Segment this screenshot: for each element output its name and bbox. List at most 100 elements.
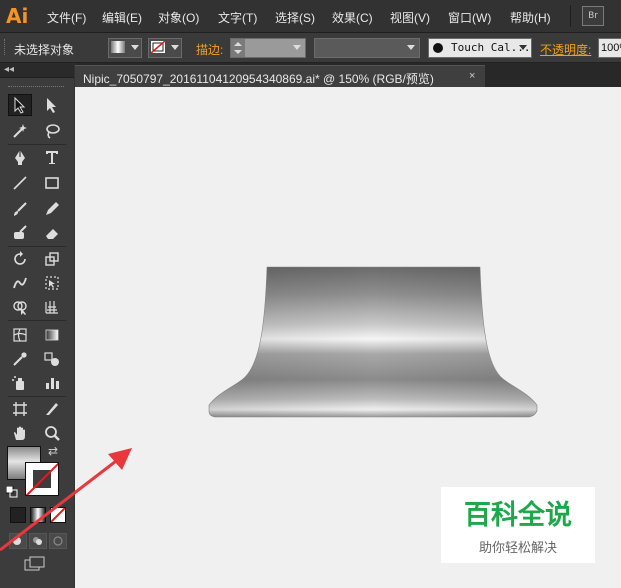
stroke-weight-field[interactable] [230,38,306,58]
magic-wand-tool[interactable] [8,120,32,142]
panel-grip[interactable] [4,39,7,55]
bridge-button[interactable]: Br [582,6,604,26]
lasso-tool[interactable] [40,120,64,142]
stroke-none-preview [150,40,166,54]
free-transform-tool[interactable] [40,272,64,294]
perspective-grid-tool-icon [45,301,58,314]
shape-builder-tool[interactable] [8,296,32,318]
free-transform-tool-icon [45,276,59,290]
blob-brush-tool[interactable] [8,222,32,244]
eraser-tool-icon [46,229,58,239]
type-tool-icon [46,151,58,164]
selection-tool[interactable] [8,94,32,116]
selection-status: 未选择对象 [14,43,75,57]
variable-width-profile-dropdown[interactable] [314,38,420,58]
rotate-tool-icon [14,251,26,265]
slice-tool-icon [46,403,58,415]
lasso-tool-icon [46,124,60,139]
scale-tool[interactable] [40,248,64,270]
warp-tool-icon [13,277,27,289]
menu-separator [570,5,571,27]
chevron-down-icon [519,45,527,50]
tool-divider [8,246,66,247]
menu-effect[interactable]: 效果(C) [332,9,373,26]
menu-help[interactable]: 帮助(H) [510,9,551,26]
eyedropper-tool-icon [13,352,27,366]
gradient-tool[interactable] [40,324,64,346]
rectangle-tool-icon [45,177,59,189]
artboard-tool-icon [13,402,27,416]
fill-color-dropdown[interactable] [108,38,142,58]
app-logo: Ai [6,4,29,28]
line-tool-icon [13,176,27,190]
close-icon[interactable]: × [469,70,475,82]
eraser-tool[interactable] [40,222,64,244]
document-title: Nipic_7050797_20161104120954340869.ai* @… [83,72,434,86]
pencil-tool[interactable] [40,198,64,220]
shape-builder-tool-icon [13,301,27,315]
control-bar: 未选择对象 描边: Touch Cal... 不透明度: 100% [0,33,621,63]
perspective-grid-tool[interactable] [40,296,64,318]
mesh-tool[interactable] [8,324,32,346]
watermark-subtitle: 助你轻松解决 [478,540,557,555]
artboard-canvas[interactable]: 百科全说 助你轻松解决 [75,87,621,588]
paintbrush-tool[interactable] [8,198,32,220]
menu-file[interactable]: 文件(F) [47,9,86,26]
blend-tool[interactable] [40,348,64,370]
opacity-field[interactable]: 100% [598,38,621,58]
tool-divider [8,144,66,145]
fill-swatch-preview [111,41,125,53]
stroke-label[interactable]: 描边: [196,41,223,58]
watermark-title: 百科全说 [464,500,572,530]
pen-tool-icon [15,150,25,165]
gradient-tool-icon [45,329,59,341]
tools-panel-header: ◂◂ [0,63,74,78]
column-graph-tool-icon [46,378,59,389]
none-slash-icon [150,40,166,54]
brush-dot-icon [433,43,443,53]
artboard-tool[interactable] [8,398,32,420]
pencil-tool-icon [46,202,59,215]
menu-window[interactable]: 窗口(W) [448,9,491,26]
line-tool[interactable] [8,172,32,194]
menu-view[interactable]: 视图(V) [390,9,430,26]
stroke-color-dropdown[interactable] [148,38,182,58]
chevron-down-icon [293,45,301,50]
symbol-sprayer-tool-icon [12,376,24,390]
chevron-down-icon [407,45,415,50]
rotate-tool[interactable] [8,248,32,270]
magic-wand-tool-icon [13,124,27,138]
stroke-weight-spinner[interactable] [231,39,245,57]
brush-definition-dropdown[interactable]: Touch Cal... [428,38,532,58]
red-arrow-annotation [0,448,132,552]
chevron-down-icon [131,45,139,50]
menu-type[interactable]: 文字(T) [218,9,257,26]
direct-selection-tool[interactable] [40,94,64,116]
document-tab[interactable]: Nipic_7050797_20161104120954340869.ai* @… [75,65,485,88]
panel-grip[interactable] [8,86,64,89]
mesh-tool-icon [13,328,27,342]
gradient-shape-artwork[interactable] [203,265,543,425]
scale-tool-icon [45,252,59,266]
eyedropper-tool[interactable] [8,348,32,370]
tool-divider [8,396,66,397]
blob-brush-tool-icon [14,225,27,239]
document-tab-bar: Nipic_7050797_20161104120954340869.ai* @… [75,63,621,88]
pen-tool[interactable] [8,146,32,168]
spinner-arrows-icon [234,42,242,54]
opacity-label[interactable]: 不透明度: [540,41,591,58]
menu-object[interactable]: 对象(O) [158,9,199,26]
tool-divider [8,320,66,321]
paintbrush-tool-icon [14,202,27,216]
type-tool[interactable] [40,146,64,168]
slice-tool[interactable] [40,398,64,420]
collapse-icon[interactable]: ◂◂ [4,63,14,77]
chevron-down-icon [171,45,179,50]
column-graph-tool[interactable] [40,372,64,394]
symbol-sprayer-tool[interactable] [8,372,32,394]
menu-select[interactable]: 选择(S) [275,9,315,26]
rectangle-tool[interactable] [40,172,64,194]
warp-tool[interactable] [8,272,32,294]
blend-tool-icon [44,352,59,366]
menu-edit[interactable]: 编辑(E) [102,9,142,26]
